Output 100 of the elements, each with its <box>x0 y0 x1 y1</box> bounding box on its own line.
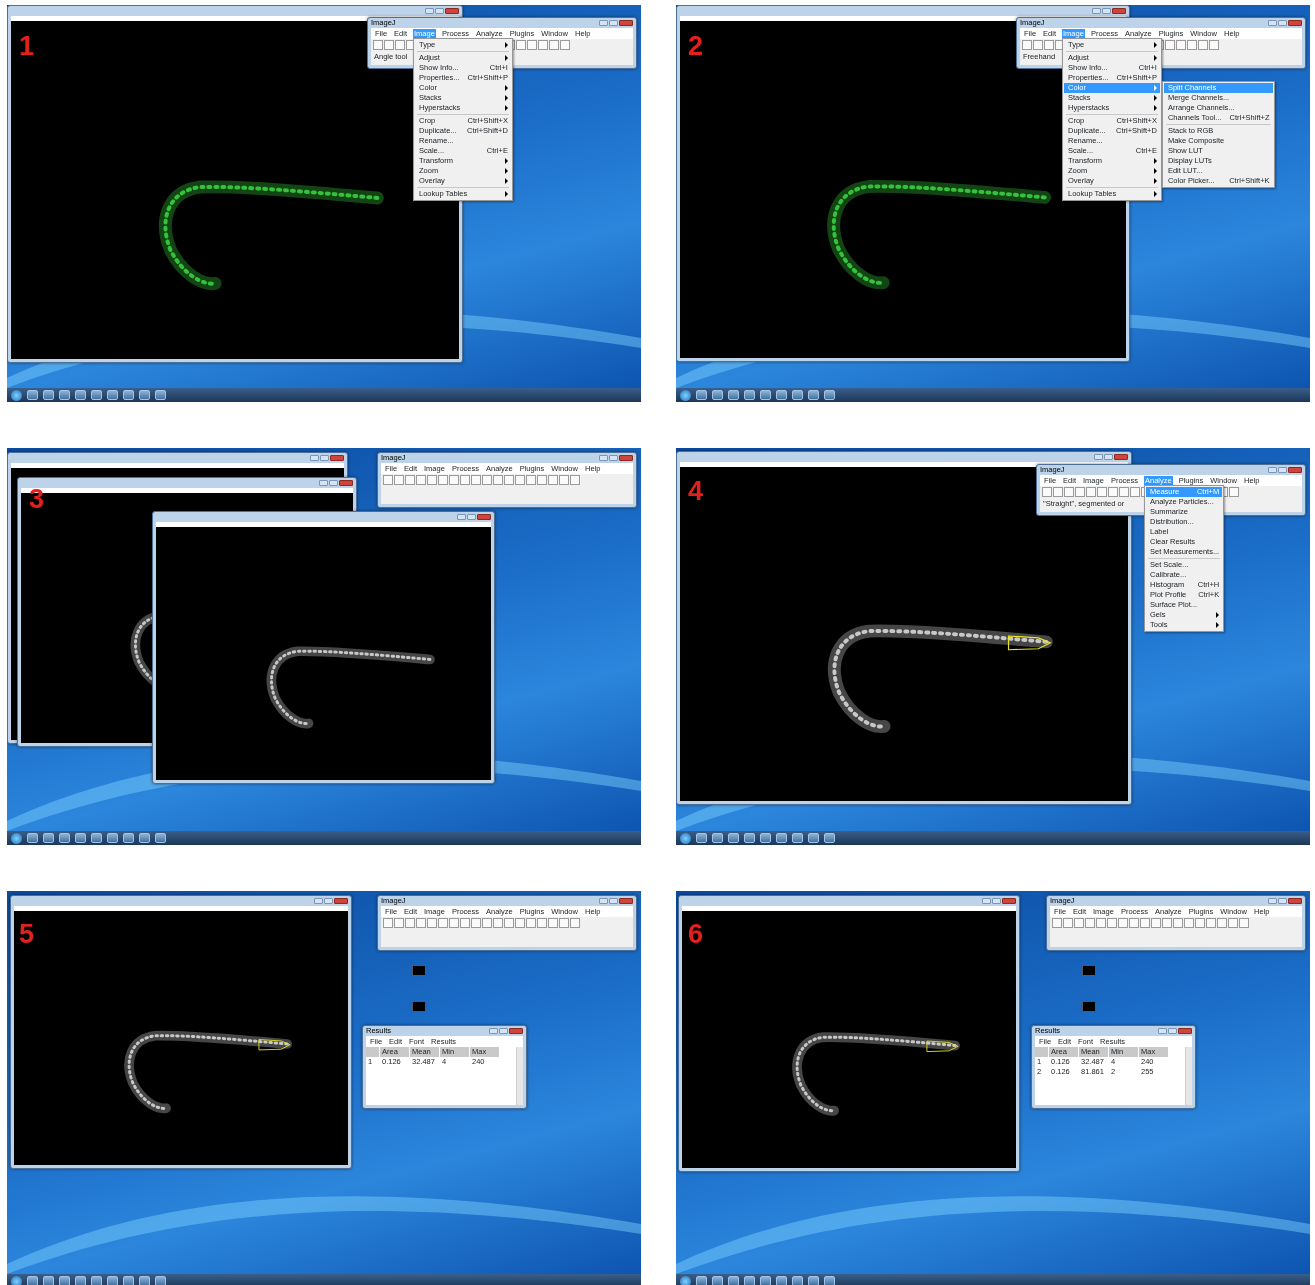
close-button[interactable] <box>619 898 633 904</box>
taskbar-app-icon[interactable] <box>107 833 118 843</box>
maximize-button[interactable] <box>992 898 1001 904</box>
minimize-button[interactable] <box>489 1028 498 1034</box>
taskbar-app-icon[interactable] <box>792 1276 803 1285</box>
taskbar-app-icon[interactable] <box>123 833 134 843</box>
taskbar-app-icon[interactable] <box>155 833 166 843</box>
maximize-button[interactable] <box>609 898 618 904</box>
taskbar-app-icon[interactable] <box>107 390 118 400</box>
taskbar-app-icon[interactable] <box>43 833 54 843</box>
minimize-button[interactable] <box>310 455 319 461</box>
taskbar-app-icon[interactable] <box>776 1276 787 1285</box>
maximize-button[interactable] <box>435 8 444 14</box>
taskbar-app-icon[interactable] <box>760 833 771 843</box>
column-header[interactable] <box>1035 1047 1049 1057</box>
taskbar-app-icon[interactable] <box>107 1276 118 1285</box>
start-button[interactable] <box>680 832 691 844</box>
taskbar-app-icon[interactable] <box>43 390 54 400</box>
maximize-button[interactable] <box>1102 8 1111 14</box>
minimize-button[interactable] <box>599 898 608 904</box>
taskbar-app-icon[interactable] <box>696 833 707 843</box>
taskbar-app-icon[interactable] <box>744 390 755 400</box>
start-button[interactable] <box>11 1275 22 1285</box>
selection-outline[interactable] <box>926 1040 959 1053</box>
scrollbar[interactable] <box>516 1047 523 1105</box>
close-button[interactable] <box>477 514 491 520</box>
maximize-button[interactable] <box>1168 1028 1177 1034</box>
minimize-button[interactable] <box>1268 467 1277 473</box>
taskbar-app-icon[interactable] <box>728 1276 739 1285</box>
taskbar-app-icon[interactable] <box>123 390 134 400</box>
close-button[interactable] <box>1178 1028 1192 1034</box>
taskbar-app-icon[interactable] <box>123 1276 134 1285</box>
taskbar-app-icon[interactable] <box>744 1276 755 1285</box>
minimize-button[interactable] <box>599 20 608 26</box>
maximize-button[interactable] <box>324 898 333 904</box>
taskbar-app-icon[interactable] <box>75 1276 86 1285</box>
start-button[interactable] <box>680 1275 691 1285</box>
taskbar-app-icon[interactable] <box>59 390 70 400</box>
close-button[interactable] <box>334 898 348 904</box>
minimize-button[interactable] <box>1094 454 1103 460</box>
maximize-button[interactable] <box>329 480 338 486</box>
taskbar-app-icon[interactable] <box>27 833 38 843</box>
taskbar-app-icon[interactable] <box>776 390 787 400</box>
minimize-button[interactable] <box>1268 898 1277 904</box>
taskbar-app-icon[interactable] <box>696 390 707 400</box>
taskbar-app-icon[interactable] <box>139 1276 150 1285</box>
maximize-button[interactable] <box>320 455 329 461</box>
taskbar-app-icon[interactable] <box>91 833 102 843</box>
taskbar-app-icon[interactable] <box>808 833 819 843</box>
maximize-button[interactable] <box>1278 898 1287 904</box>
close-button[interactable] <box>1112 8 1126 14</box>
close-button[interactable] <box>1288 20 1302 26</box>
taskbar-app-icon[interactable] <box>712 1276 723 1285</box>
taskbar-app-icon[interactable] <box>792 390 803 400</box>
selection-outline[interactable] <box>1007 635 1052 651</box>
taskbar-app-icon[interactable] <box>91 1276 102 1285</box>
maximize-button[interactable] <box>467 514 476 520</box>
minimize-button[interactable] <box>314 898 323 904</box>
taskbar-app-icon[interactable] <box>776 833 787 843</box>
taskbar-app-icon[interactable] <box>824 1276 835 1285</box>
close-button[interactable] <box>445 8 459 14</box>
close-button[interactable] <box>619 20 633 26</box>
taskbar-app-icon[interactable] <box>139 390 150 400</box>
taskbar-app-icon[interactable] <box>712 833 723 843</box>
minimize-button[interactable] <box>982 898 991 904</box>
taskbar-app-icon[interactable] <box>27 390 38 400</box>
minimize-button[interactable] <box>599 455 608 461</box>
taskbar-app-icon[interactable] <box>760 1276 771 1285</box>
taskbar-app-icon[interactable] <box>59 833 70 843</box>
taskbar-app-icon[interactable] <box>808 390 819 400</box>
start-button[interactable] <box>11 832 22 844</box>
minimize-button[interactable] <box>1092 8 1101 14</box>
taskbar-app-icon[interactable] <box>824 390 835 400</box>
minimize-button[interactable] <box>1158 1028 1167 1034</box>
maximize-button[interactable] <box>1278 467 1287 473</box>
image-file-icon[interactable] <box>1082 1001 1096 1012</box>
taskbar-app-icon[interactable] <box>91 390 102 400</box>
maximize-button[interactable] <box>1278 20 1287 26</box>
close-button[interactable] <box>1288 467 1302 473</box>
taskbar-app-icon[interactable] <box>728 833 739 843</box>
selection-outline[interactable] <box>258 1039 291 1051</box>
minimize-button[interactable] <box>425 8 434 14</box>
close-button[interactable] <box>509 1028 523 1034</box>
minimize-button[interactable] <box>319 480 328 486</box>
taskbar-app-icon[interactable] <box>155 1276 166 1285</box>
taskbar-app-icon[interactable] <box>712 390 723 400</box>
image-file-icon[interactable] <box>412 965 426 976</box>
taskbar-app-icon[interactable] <box>728 390 739 400</box>
maximize-button[interactable] <box>609 20 618 26</box>
taskbar-app-icon[interactable] <box>696 1276 707 1285</box>
taskbar-app-icon[interactable] <box>27 1276 38 1285</box>
tool-icon[interactable] <box>1229 487 1239 497</box>
close-button[interactable] <box>619 455 633 461</box>
taskbar-app-icon[interactable] <box>824 833 835 843</box>
taskbar-app-icon[interactable] <box>792 833 803 843</box>
start-button[interactable] <box>680 389 691 401</box>
close-button[interactable] <box>1288 898 1302 904</box>
taskbar-app-icon[interactable] <box>760 390 771 400</box>
close-button[interactable] <box>1002 898 1016 904</box>
taskbar-app-icon[interactable] <box>155 390 166 400</box>
